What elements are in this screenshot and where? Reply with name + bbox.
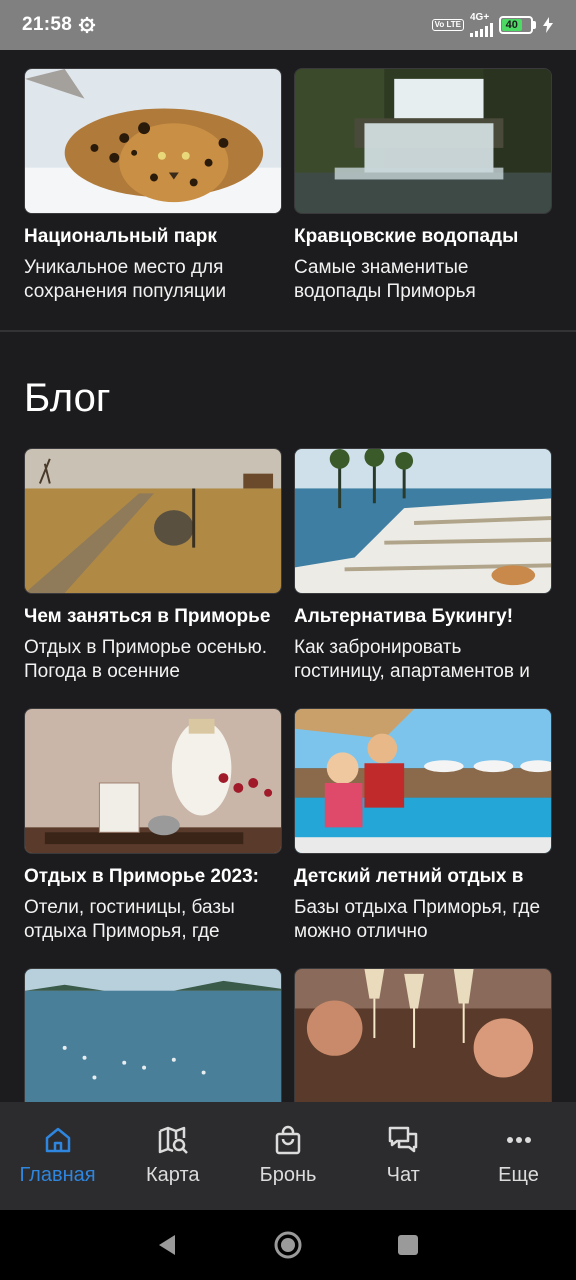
signal-indicator: 4G+ (470, 13, 493, 37)
volte-badge: Vo LTE (431, 19, 464, 31)
blog-card[interactable]: Отдых в Приморье 2023: Отели, гостиницы,… (24, 708, 282, 944)
blog-card[interactable]: Детский летний отдых в Базы отдыха Примо… (294, 708, 552, 944)
blog-card[interactable] (24, 968, 282, 1102)
card-description: Базы отдыха Приморья, где можно отлично (294, 897, 541, 942)
card-title: Детский летний отдых в (294, 866, 524, 887)
nav-map[interactable]: Карта (115, 1124, 230, 1210)
system-navigation-bar (0, 1210, 576, 1280)
nav-label: Чат (386, 1164, 420, 1186)
card-title: Отдых в Приморье 2023: (24, 866, 260, 887)
home-icon (45, 1127, 70, 1153)
sea-birds-photo (24, 968, 282, 1102)
signal-bars-icon (470, 23, 493, 37)
card-description: Уникальное место для сохранения популяци… (24, 257, 227, 302)
card-description: Отели, гостиницы, базы отдыха Приморья, … (24, 897, 235, 942)
card-description: Самые знаменитые водопады Приморья (294, 257, 476, 302)
blog-heading: Блог (24, 376, 111, 420)
nav-booking[interactable]: Бронь (231, 1124, 346, 1210)
hotel-reception-photo (24, 708, 282, 854)
network-type: 4G+ (470, 12, 490, 23)
home-circle-icon[interactable] (273, 1230, 303, 1260)
bottom-navigation: Главная Карта Бронь Чат Еще (0, 1102, 576, 1210)
party-toast-photo (294, 968, 552, 1102)
card-title: Альтернатива Букингу! (294, 606, 514, 627)
nav-home[interactable]: Главная (0, 1124, 115, 1210)
blog-grid: Чем заняться в Приморье Отдых в Приморье… (0, 448, 576, 1102)
nav-more[interactable]: Еще (461, 1124, 576, 1210)
blog-card[interactable]: Чем заняться в Приморье Отдых в Приморье… (24, 448, 282, 684)
card-description: Отдых в Приморье осенью. Погода в осенни… (24, 637, 268, 682)
shopping-bag-icon (275, 1125, 301, 1155)
nav-label: Бронь (259, 1164, 317, 1186)
waterfall-photo (294, 68, 552, 214)
nav-label: Карта (145, 1164, 200, 1186)
nav-chat[interactable]: Чат (346, 1124, 461, 1210)
battery-icon: 40 (499, 16, 536, 34)
recents-icon[interactable] (393, 1230, 423, 1260)
nav-label: Еще (498, 1164, 539, 1186)
card-title: Чем заняться в Приморье (24, 606, 271, 627)
main-content[interactable]: Национальный парк Уникальное место для с… (0, 50, 576, 1102)
blog-card[interactable] (294, 968, 552, 1102)
kids-pool-photo (294, 708, 552, 854)
card-title: Кравцовские водопады (294, 226, 519, 247)
place-card-waterfalls[interactable]: Кравцовские водопады Самые знаменитые во… (294, 68, 552, 304)
more-icon (506, 1137, 531, 1143)
gear-icon (79, 16, 96, 34)
clock: 21:58 (22, 14, 73, 35)
chat-icon (389, 1126, 418, 1153)
status-bar: 21:58 Vo LTE 4G+ 40 (0, 0, 576, 50)
back-icon[interactable] (153, 1230, 183, 1260)
autumn-road-photo (24, 448, 282, 594)
battery-level: 40 (502, 19, 522, 31)
blog-card[interactable]: Альтернатива Букингу! Как забронировать … (294, 448, 552, 684)
leopard-photo (24, 68, 282, 214)
map-search-icon (158, 1126, 188, 1154)
charging-icon (543, 17, 553, 33)
card-title: Национальный парк (24, 226, 217, 247)
pool-loungers-photo (294, 448, 552, 594)
nav-label: Главная (19, 1164, 96, 1186)
place-card-national-park[interactable]: Национальный парк Уникальное место для с… (24, 68, 282, 304)
places-grid: Национальный парк Уникальное место для с… (0, 68, 576, 304)
card-description: Как забронировать гостиницу, апартаменто… (294, 637, 530, 682)
